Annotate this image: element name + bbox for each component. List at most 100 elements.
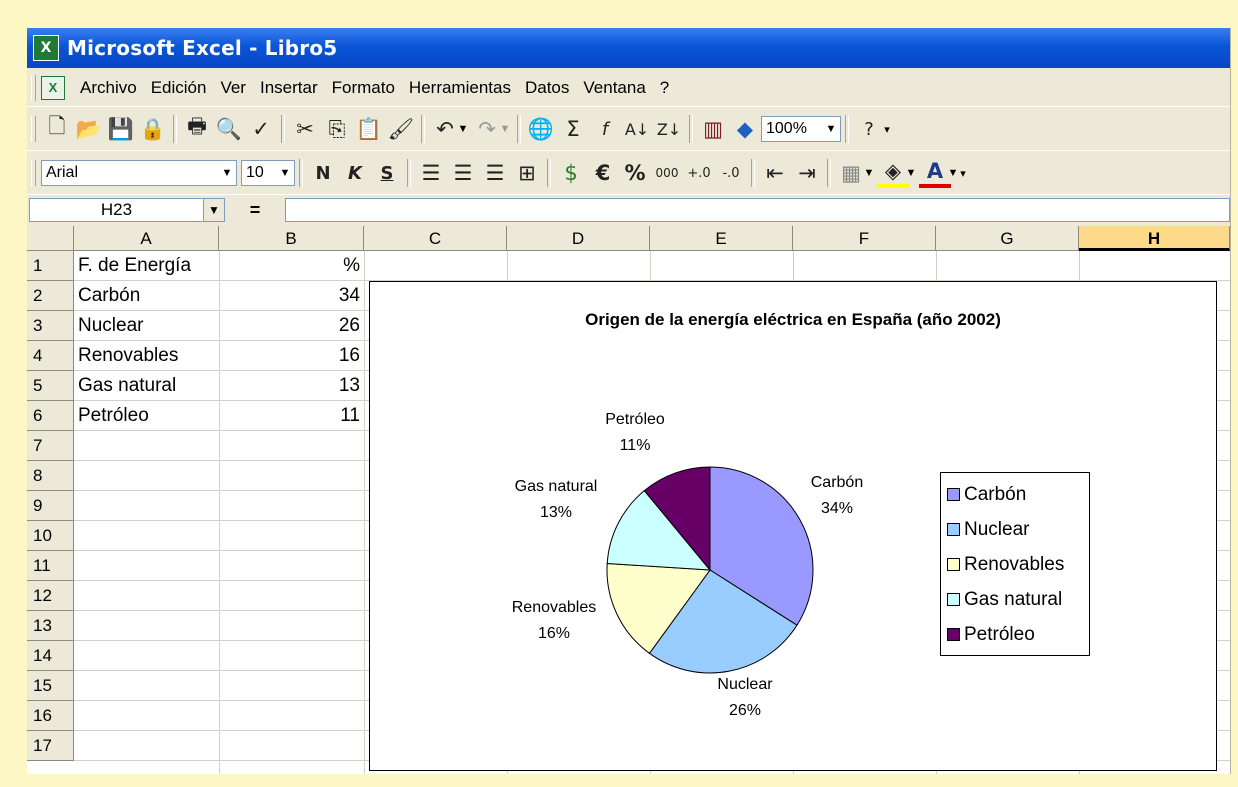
column-header-g[interactable]: G: [936, 226, 1079, 251]
cell-b1[interactable]: %: [219, 251, 360, 281]
euro-button[interactable]: €: [587, 157, 619, 189]
row-header-9[interactable]: 9: [27, 491, 74, 521]
pie-chart-object[interactable]: Origen de la energía eléctrica en España…: [369, 281, 1217, 771]
menu-help[interactable]: ?: [653, 78, 676, 98]
cut-icon[interactable]: ✂: [289, 113, 321, 145]
cell-a1[interactable]: F. de Energía: [78, 251, 191, 281]
cell-b4[interactable]: 16: [219, 341, 360, 371]
permission-icon[interactable]: 🔒: [137, 113, 169, 145]
autosum-icon[interactable]: Σ: [557, 113, 589, 145]
row-header-15[interactable]: 15: [27, 671, 74, 701]
toolbar-options-icon[interactable]: ▾: [955, 167, 971, 180]
menu-formato[interactable]: Formato: [325, 78, 402, 98]
currency-icon[interactable]: $: [555, 157, 587, 189]
cell-a5[interactable]: Gas natural: [78, 371, 176, 401]
column-header-e[interactable]: E: [650, 226, 793, 251]
merge-center-icon[interactable]: ⊞: [511, 157, 543, 189]
row-header-3[interactable]: 3: [27, 311, 74, 341]
menu-archivo[interactable]: Archivo: [73, 78, 144, 98]
row-header-13[interactable]: 13: [27, 611, 74, 641]
align-left-icon[interactable]: ☰: [415, 157, 447, 189]
chart-wizard-icon[interactable]: ▥: [697, 113, 729, 145]
paste-icon[interactable]: 📋: [353, 113, 385, 145]
column-header-b[interactable]: B: [219, 226, 364, 251]
undo-dropdown-icon[interactable]: ▼: [455, 123, 471, 135]
cell-b5[interactable]: 13: [219, 371, 360, 401]
italic-button[interactable]: K: [339, 157, 371, 189]
thousands-button[interactable]: 000: [651, 157, 683, 189]
increase-indent-icon[interactable]: ⇥: [791, 157, 823, 189]
bold-button[interactable]: N: [307, 157, 339, 189]
formatting-toolbar: Arial ▼ 10 ▼ N K S ☰ ☰ ☰ ⊞ $ € % 000 +.0…: [27, 152, 1230, 195]
function-icon[interactable]: f: [589, 113, 621, 145]
redo-dropdown-icon[interactable]: ▼: [497, 123, 513, 135]
new-file-icon[interactable]: 🗋: [41, 113, 73, 145]
menu-insertar[interactable]: Insertar: [253, 78, 325, 98]
row-header-17[interactable]: 17: [27, 731, 74, 761]
hyperlink-globe-icon[interactable]: 🌐: [525, 113, 557, 145]
font-name-select[interactable]: Arial ▼: [41, 160, 237, 186]
font-size-select[interactable]: 10 ▼: [241, 160, 295, 186]
cell-b6[interactable]: 11: [219, 401, 360, 431]
cell-a3[interactable]: Nuclear: [78, 311, 143, 341]
cell-b2[interactable]: 34: [219, 281, 360, 311]
percent-button[interactable]: %: [619, 157, 651, 189]
menu-datos[interactable]: Datos: [518, 78, 576, 98]
menu-ver[interactable]: Ver: [213, 78, 253, 98]
row-header-14[interactable]: 14: [27, 641, 74, 671]
menu-edicion[interactable]: Edición: [144, 78, 214, 98]
sort-ascending-icon[interactable]: A↓: [621, 113, 653, 145]
cell-a2[interactable]: Carbón: [78, 281, 140, 311]
format-painter-icon[interactable]: 🖌: [385, 113, 417, 145]
workbook-icon[interactable]: X: [41, 76, 65, 100]
print-preview-icon[interactable]: 🔍: [213, 113, 245, 145]
row-header-2[interactable]: 2: [27, 281, 74, 311]
row-header-16[interactable]: 16: [27, 701, 74, 731]
decrease-indent-icon[interactable]: ⇤: [759, 157, 791, 189]
row-header-1[interactable]: 1: [27, 251, 74, 281]
row-header-5[interactable]: 5: [27, 371, 74, 401]
cell-a6[interactable]: Petróleo: [78, 401, 149, 431]
increase-decimal-icon[interactable]: +.0: [683, 157, 715, 189]
row-header-11[interactable]: 11: [27, 551, 74, 581]
menu-ventana[interactable]: Ventana: [576, 78, 652, 98]
column-header-c[interactable]: C: [364, 226, 507, 251]
sort-descending-icon[interactable]: Z↓: [653, 113, 685, 145]
column-header-d[interactable]: D: [507, 226, 650, 251]
row-header-4[interactable]: 4: [27, 341, 74, 371]
open-folder-icon[interactable]: 📂: [73, 113, 105, 145]
column-header-a[interactable]: A: [74, 226, 219, 251]
cell-a4[interactable]: Renovables: [78, 341, 178, 371]
menu-herramientas[interactable]: Herramientas: [402, 78, 518, 98]
formula-input[interactable]: [285, 198, 1230, 222]
legend-swatch: [947, 628, 960, 641]
chevron-down-icon[interactable]: ▼: [203, 199, 224, 221]
chart-legend: Carbón Nuclear Renovables Gas natural Pe…: [940, 472, 1090, 656]
select-all-corner[interactable]: [27, 226, 74, 251]
decrease-decimal-icon[interactable]: -.0: [715, 157, 747, 189]
row-header-7[interactable]: 7: [27, 431, 74, 461]
row-header-10[interactable]: 10: [27, 521, 74, 551]
save-icon[interactable]: 💾: [105, 113, 137, 145]
copy-icon[interactable]: ⎘: [321, 113, 353, 145]
underline-button[interactable]: S: [371, 157, 403, 189]
print-icon[interactable]: 🖶: [181, 113, 213, 145]
cell-b3[interactable]: 26: [219, 311, 360, 341]
toolbar-options-icon[interactable]: ▾: [879, 123, 895, 136]
zoom-select[interactable]: 100% ▼: [761, 116, 841, 142]
row-header-12[interactable]: 12: [27, 581, 74, 611]
column-header-h[interactable]: H: [1079, 226, 1230, 251]
formula-equals-button[interactable]: =: [225, 200, 285, 221]
align-center-icon[interactable]: ☰: [447, 157, 479, 189]
drawing-icon[interactable]: ◆: [729, 113, 761, 145]
name-box[interactable]: H23 ▼: [29, 198, 225, 222]
spelling-icon[interactable]: ✓: [245, 113, 277, 145]
align-right-icon[interactable]: ☰: [479, 157, 511, 189]
toolbar-grip: [31, 160, 36, 186]
row-header-6[interactable]: 6: [27, 401, 74, 431]
borders-dropdown-icon[interactable]: ▼: [861, 167, 877, 179]
worksheet-grid[interactable]: A B C D E F G H 1 2 3 4 5 6 7 8 9 10 11 12 13 14 15 16 17 F. de E…: [27, 226, 1230, 774]
fill-color-dropdown-icon[interactable]: ▼: [903, 167, 919, 179]
column-header-f[interactable]: F: [793, 226, 936, 251]
row-header-8[interactable]: 8: [27, 461, 74, 491]
